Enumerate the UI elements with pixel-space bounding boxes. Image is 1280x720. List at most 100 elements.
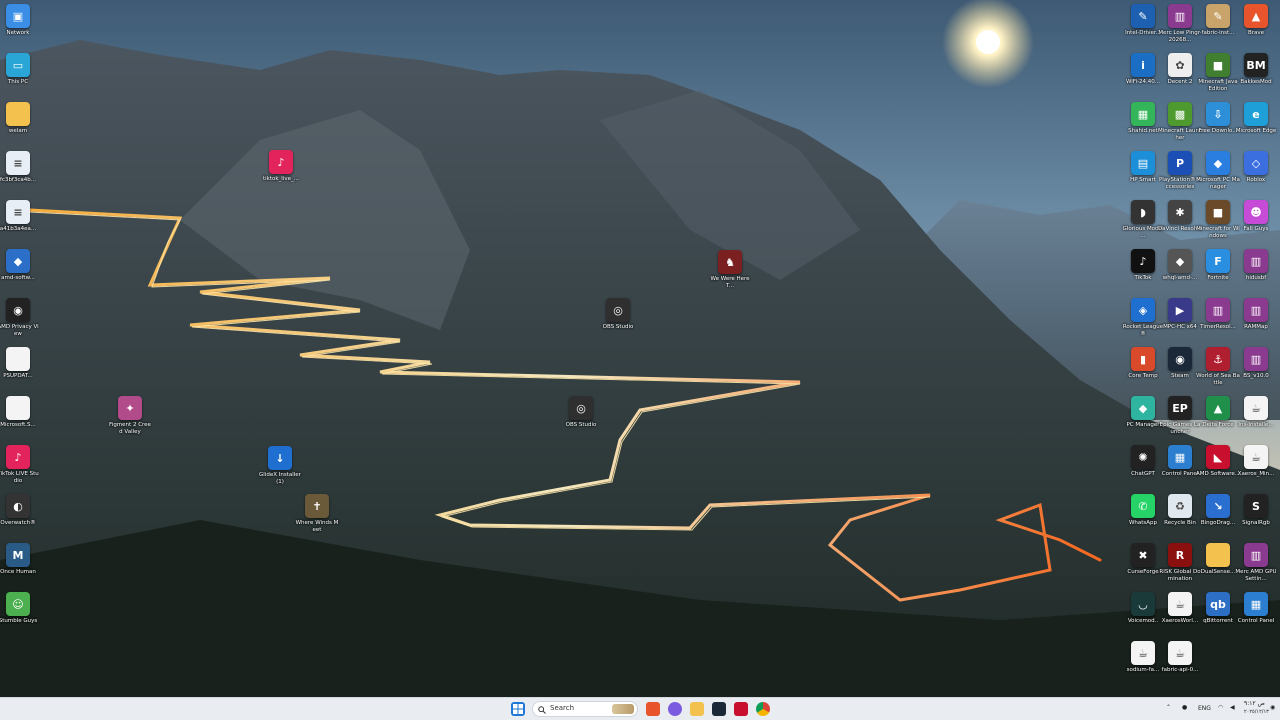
desktop-shortcut[interactable]: ✺ ChatGPT: [1123, 445, 1163, 478]
voicemod-icon: ◡: [1131, 592, 1155, 616]
taskbar-file-explorer-icon[interactable]: [690, 702, 704, 716]
folder-icon: [6, 102, 30, 126]
desktop-shortcut[interactable]: i WiFi-24.40...: [1123, 53, 1163, 86]
desktop-shortcut[interactable]: e Microsoft Edge: [1236, 102, 1276, 135]
tray-mic-icon[interactable]: ●: [1182, 704, 1187, 711]
start-button[interactable]: [511, 702, 525, 716]
desktop-shortcut[interactable]: ◎ OBS Studio: [598, 298, 638, 331]
desktop-shortcut[interactable]: ✱ DaVinci Resolve: [1158, 200, 1202, 233]
desktop-shortcut[interactable]: ✿ Decent 2: [1160, 53, 1200, 86]
desktop-shortcut[interactable]: ☕ Xaeros_Min...: [1236, 445, 1276, 478]
desktop-shortcut[interactable]: ◆ PC Manager: [1123, 396, 1163, 429]
risk-icon: R: [1168, 543, 1192, 567]
desktop-shortcut[interactable]: ▮ Core Temp: [1123, 347, 1163, 380]
desktop-shortcut[interactable]: ✖ CurseForge: [1123, 543, 1163, 576]
desktop-shortcut[interactable]: ⇩ Free Downlo...: [1198, 102, 1238, 135]
desktop-shortcut[interactable]: ▤ HP Smart: [1123, 151, 1163, 184]
desktop-shortcut[interactable]: ↓ GlideX Installer (1): [259, 446, 301, 485]
desktop-shortcut[interactable]: ◣ AMD Software...: [1196, 445, 1240, 478]
desktop-shortcut[interactable]: ◆ Microsoft PC Manager: [1196, 151, 1240, 190]
desktop-shortcut[interactable]: BM BakkesMod: [1236, 53, 1276, 86]
taskbar-search[interactable]: Search: [532, 701, 638, 717]
desktop-shortcut[interactable]: ▦ Shahid.net: [1123, 102, 1163, 135]
chatgpt-icon: ✺: [1131, 445, 1155, 469]
desktop-shortcut[interactable]: ☕ fabric-api-0...: [1160, 641, 1200, 674]
desktop-shortcut[interactable]: ☻ Fall Guys: [1236, 200, 1276, 233]
taskbar-amd-icon[interactable]: [734, 702, 748, 716]
clock-time[interactable]: ص ٩:١٢: [1244, 700, 1265, 707]
desktop-shortcut[interactable]: welam: [0, 102, 38, 135]
desktop-shortcut[interactable]: ◇ Roblox: [1236, 151, 1276, 184]
desktop-shortcut[interactable]: ▲ Brave: [1236, 4, 1276, 37]
desktop-shortcut[interactable]: ◡ Voicemod..: [1123, 592, 1163, 625]
desktop-shortcut[interactable]: ◗ Glorious Model ...: [1123, 200, 1163, 239]
desktop-shortcut[interactable]: ▩ Minecraft Launcher: [1158, 102, 1202, 141]
intel-wifi-icon: i: [1131, 53, 1155, 77]
taskbar-chrome-icon[interactable]: [756, 702, 770, 716]
taskbar-steam-icon[interactable]: [712, 702, 726, 716]
desktop-shortcut[interactable]: ▦ Control Panel: [1236, 592, 1276, 625]
desktop-shortcut-label: Xaeros_Min...: [1237, 471, 1275, 477]
clock-date[interactable]: ٢٠٢٥/١٢/١٣: [1244, 709, 1269, 715]
desktop-shortcut[interactable]: ▶ MPC-HC x64: [1160, 298, 1200, 331]
desktop-shortcut[interactable]: DualSense...: [1198, 543, 1238, 576]
desktop-shortcut[interactable]: ↘ BingoDrag...: [1198, 494, 1238, 527]
amd-privacy-icon: ◉: [6, 298, 30, 322]
tray-volume-icon[interactable]: ◀: [1230, 704, 1235, 711]
desktop-shortcut[interactable]: ◉ Steam: [1160, 347, 1200, 380]
taskbar-brave-icon[interactable]: [646, 702, 660, 716]
desktop-shortcut[interactable]: ▦ Control Panel: [1160, 445, 1200, 478]
desktop-shortcut[interactable]: ▥ Merc AMD GPU Settin...: [1235, 543, 1277, 582]
desktop-shortcut[interactable]: ▥ BS_v10.0: [1236, 347, 1276, 380]
desktop-shortcut[interactable]: ◈ Rocket League®: [1123, 298, 1163, 337]
desktop-shortcut[interactable]: ◆ whql-amd-...: [1160, 249, 1200, 282]
desktop-shortcut[interactable]: ✆ WhatsApp: [1123, 494, 1163, 527]
desktop-shortcut[interactable]: ▲ Delta Force: [1198, 396, 1238, 429]
desktop-shortcut[interactable]: ▥ TimerResol...: [1198, 298, 1238, 331]
tray-chevron-icon[interactable]: ⌃: [1166, 704, 1171, 711]
desktop-shortcut[interactable]: ☕ sodium-fa...: [1123, 641, 1163, 674]
desktop-shortcut[interactable]: ▥ RAMMap: [1236, 298, 1276, 331]
language-indicator[interactable]: ENG: [1198, 705, 1211, 712]
desktop-shortcut[interactable]: ✝ Where Winds Meet: [296, 494, 338, 533]
desktop-shortcut[interactable]: ◉ AMD Privacy View: [0, 298, 39, 337]
desktop-shortcut[interactable]: ≡ fc3bf3ca4b...: [0, 151, 38, 184]
bakkesmod-icon: BM: [1244, 53, 1268, 77]
desktop-shortcut[interactable]: ♻ Recycle Bin: [1160, 494, 1200, 527]
desktop-shortcut[interactable]: ▭ This PC: [0, 53, 38, 86]
desktop-shortcut[interactable]: ▣ Network: [0, 4, 38, 37]
winrar-icon: ▥: [1168, 4, 1192, 28]
desktop-shortcut[interactable]: ◎ OBS Studio: [561, 396, 601, 429]
desktop-shortcut[interactable]: F Fortnite: [1198, 249, 1238, 282]
desktop-shortcut[interactable]: ✎ Intel-Driver...: [1123, 4, 1163, 37]
desktop-shortcut[interactable]: R RISK Global Domination: [1159, 543, 1201, 582]
desktop-shortcut[interactable]: ♪ tiktok_live_...: [261, 150, 301, 183]
desktop-shortcut[interactable]: P PlayStation® Accessories: [1159, 151, 1201, 190]
tray-wifi-icon[interactable]: ◠: [1218, 704, 1223, 711]
desktop-shortcut[interactable]: ☕ XaerosWorl...: [1160, 592, 1200, 625]
desktop-shortcut[interactable]: ♪ TikTok: [1123, 249, 1163, 282]
taskbar-chat-icon[interactable]: [668, 702, 682, 716]
desktop-shortcut[interactable]: ☕ Ins-Installe...: [1236, 396, 1276, 429]
desktop-shortcut[interactable]: ✦ Figment 2 Creed Valley: [109, 396, 151, 435]
desktop-shortcut[interactable]: ≡ a41b3a4ea...: [0, 200, 38, 233]
desktop-shortcut[interactable]: EP Epic Games Launcher: [1160, 396, 1200, 435]
desktop-shortcut[interactable]: ✎ fabric-inst...: [1198, 4, 1238, 37]
desktop-shortcut[interactable]: ▥ Merc Low Pingr-20268...: [1158, 4, 1202, 43]
desktop-shortcut[interactable]: qb qBittorrent: [1198, 592, 1238, 625]
desktop-shortcut[interactable]: ◐ Overwatch®: [0, 494, 38, 527]
desktop-shortcut[interactable]: S SignalRgb: [1236, 494, 1276, 527]
notification-bell-icon[interactable]: ◉: [1270, 704, 1275, 711]
desktop-shortcut[interactable]: ◆ amd-softw...: [0, 249, 38, 282]
desktop-shortcut[interactable]: ♞ We Were Here T...: [710, 250, 750, 289]
desktop-shortcut[interactable]: ☺ Stumble Guys: [0, 592, 38, 625]
desktop-shortcut[interactable]: ♪ TikTok LIVE Studio: [0, 445, 39, 484]
desktop-shortcut[interactable]: Microsoft.S...: [0, 396, 38, 429]
desktop-shortcut[interactable]: ⚓ World of Sea Battle: [1196, 347, 1240, 386]
desktop-shortcut[interactable]: PSUPDAT...: [0, 347, 38, 380]
desktop-shortcut[interactable]: ■ Minecraft for Windows: [1196, 200, 1240, 239]
desktop-shortcut[interactable]: M Once Human: [0, 543, 38, 576]
desktop-shortcut[interactable]: ■ Minecraft Java Edition: [1198, 53, 1238, 92]
desktop-shortcut[interactable]: ▥ hidusbf: [1236, 249, 1276, 282]
desktop-shortcut-label: PSUPDAT...: [3, 373, 33, 379]
